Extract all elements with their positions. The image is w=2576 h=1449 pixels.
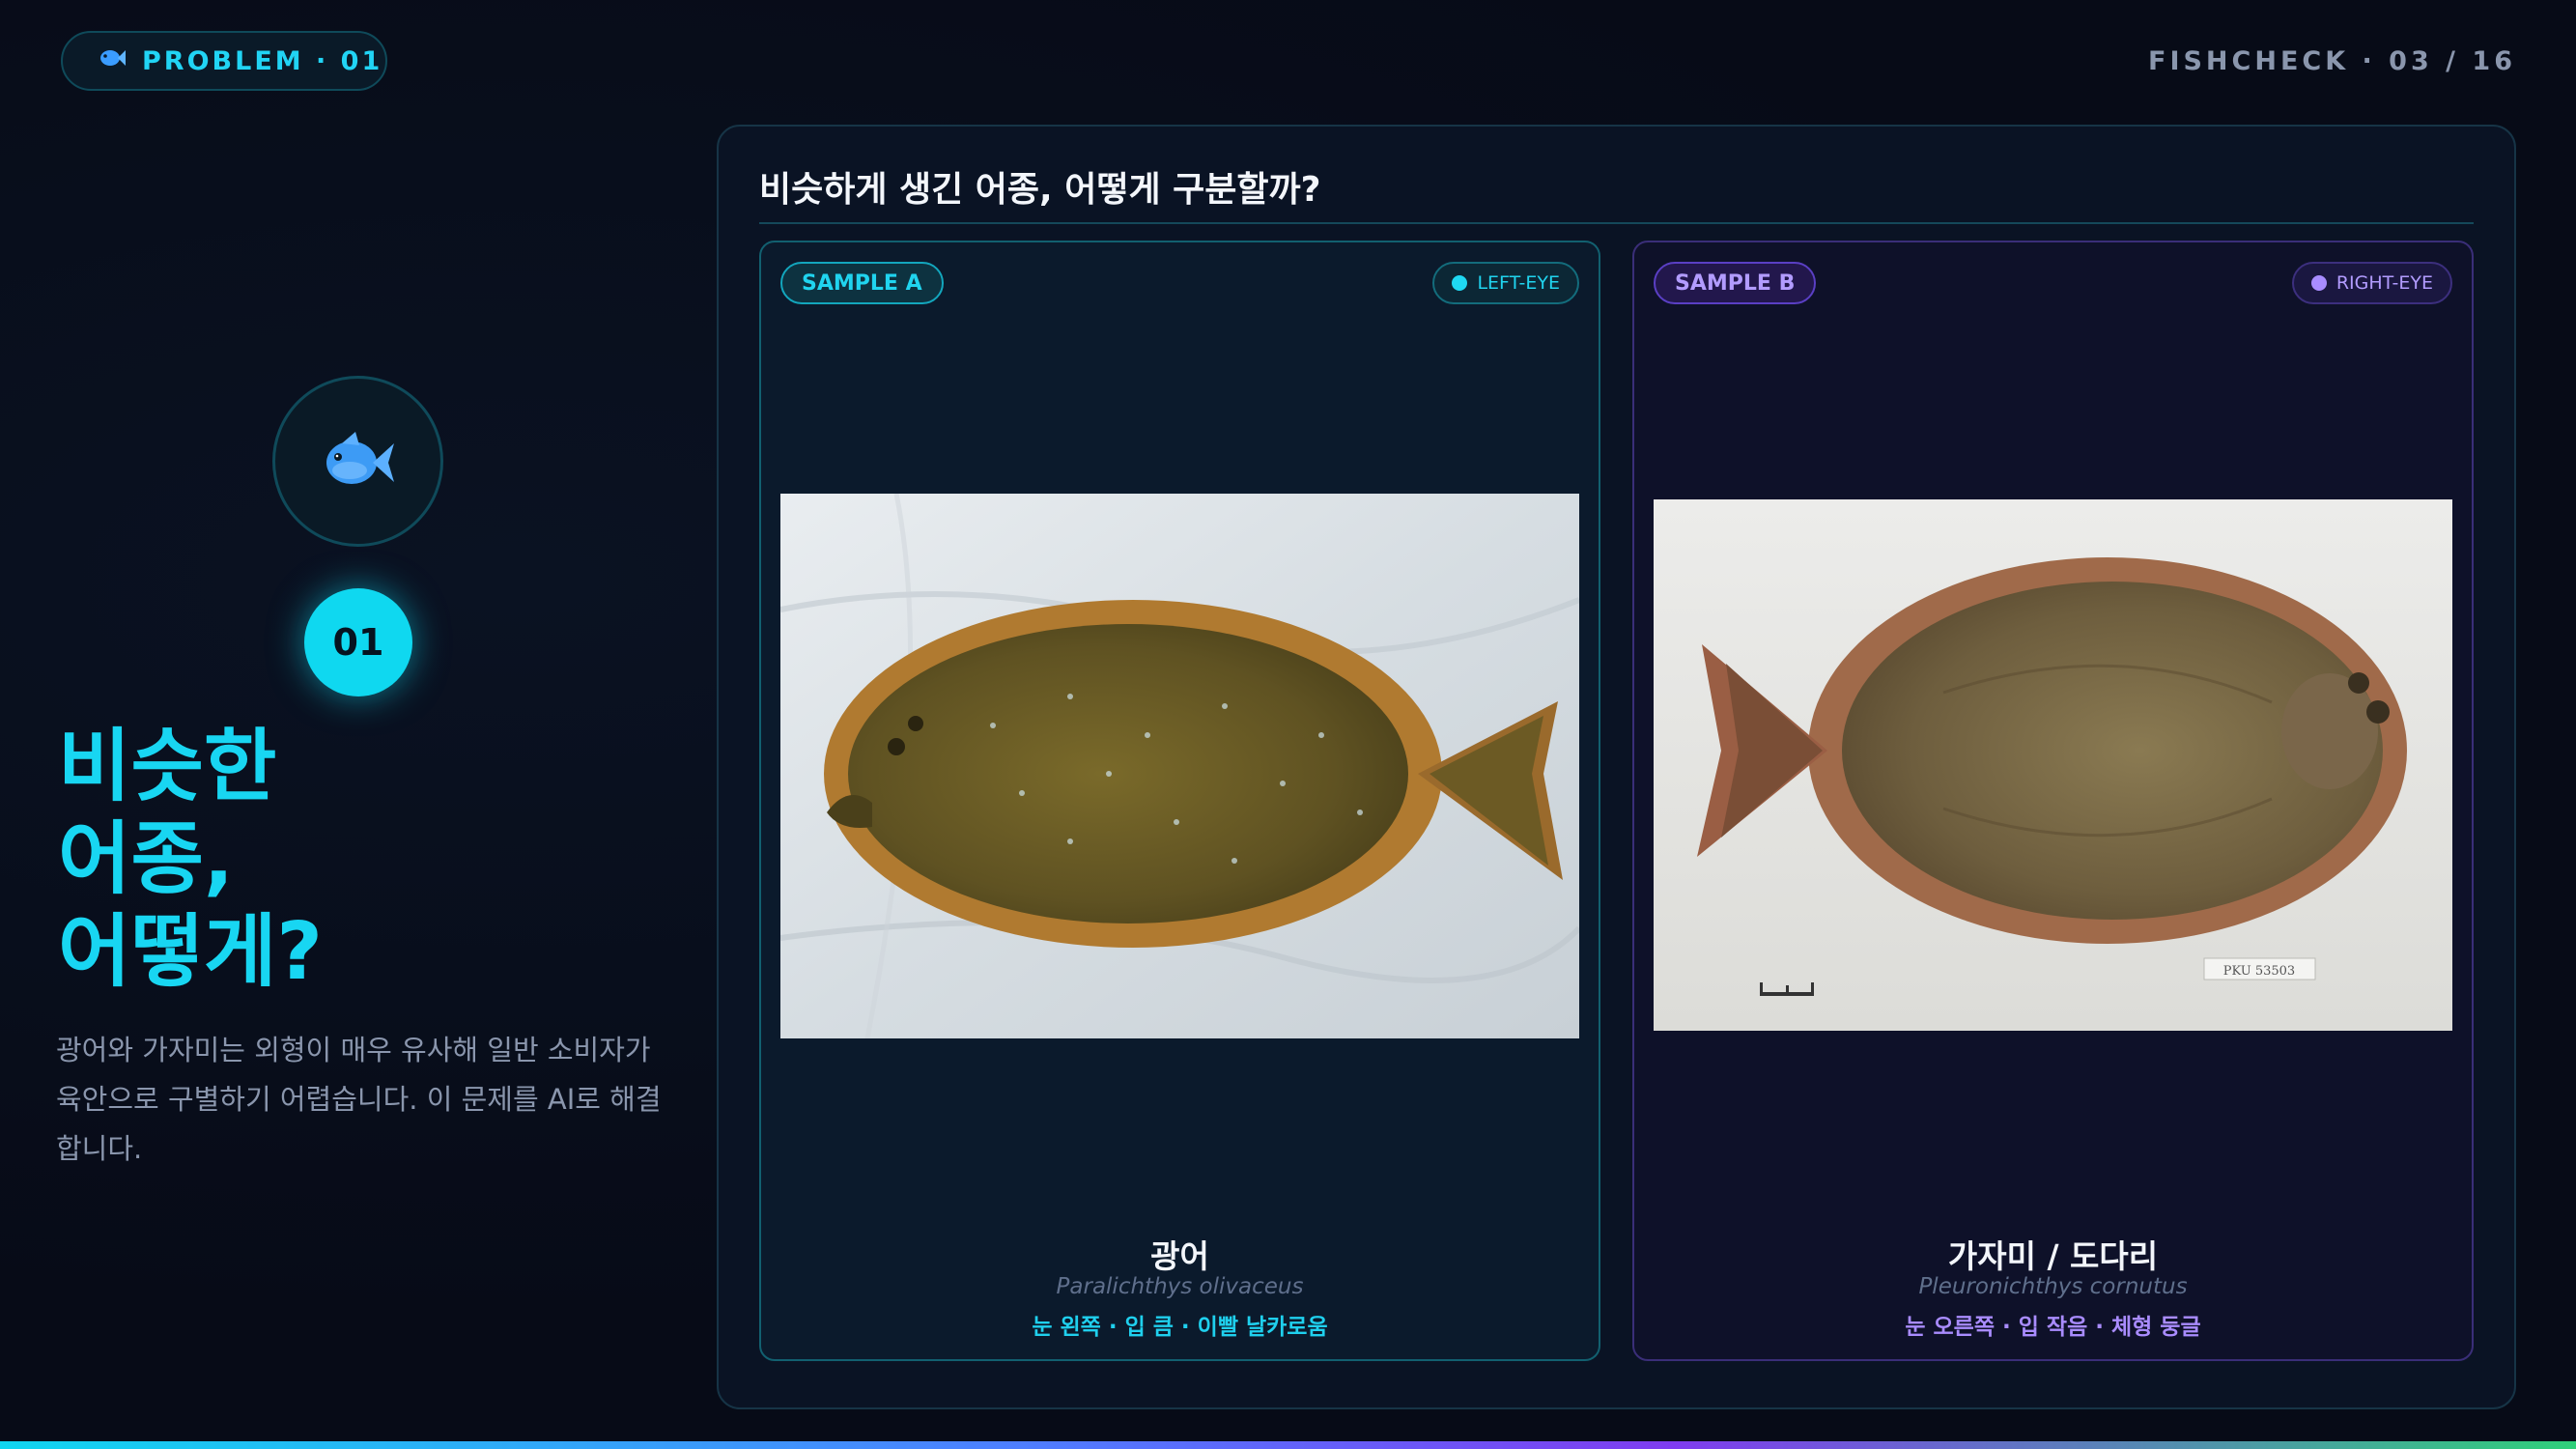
problem-number-badge: 01 [304, 588, 412, 696]
eye-badge: LEFT-EYE [1432, 262, 1579, 304]
sample-card-a: SAMPLE A LEFT-EYE 광어 Paralichthys olivac… [759, 241, 1600, 1361]
divider [759, 222, 2474, 224]
panel-title: 비슷하게 생긴 어종, 어떻게 구분할까? [759, 170, 1321, 210]
slide: PROBLEM · 01 FISHCHECK · 03 / 16 01 비슷한 … [0, 0, 2576, 1449]
sample-card-b: SAMPLE B RIGHT-EYE PKU 53503 가자미 / 도다리 P… [1632, 241, 2474, 1361]
headline-line: 어종, [58, 813, 235, 905]
progress-gradient-bar [0, 1441, 2576, 1449]
status-dot-icon [2310, 275, 2327, 291]
eye-label: RIGHT-EYE [2335, 272, 2433, 294]
fish-icon [326, 431, 394, 484]
slide-counter: FISHCHECK · 03 / 16 [2148, 46, 2516, 76]
headline: 비슷한 어종, 어떻게? [58, 721, 599, 999]
comparison-panel: 비슷하게 생긴 어종, 어떻게 구분할까? SAMPLE A LEFT-EYE [717, 125, 2516, 1409]
fish-traits: 눈 오른쪽 · 입 작음 · 체형 둥글 [1905, 1315, 2201, 1340]
fish-icon [98, 46, 127, 75]
fish-name: 광어 [1150, 1237, 1209, 1275]
flounder-photo [780, 494, 1579, 1038]
description: 광어와 가자미는 외형이 매우 유사해 일반 소비자가 육안으로 구별하기 어렵… [56, 1034, 662, 1165]
status-dot-icon [1452, 275, 1468, 291]
headline-line: 어떻게? [58, 906, 323, 998]
fish-avatar [272, 376, 443, 547]
problem-badge: PROBLEM · 01 [61, 31, 387, 91]
headline-line: 비슷한 [58, 721, 277, 812]
specimen-tag: PKU 53503 [2223, 964, 2295, 979]
sample-badge: SAMPLE A [780, 262, 944, 304]
scientific-name: Paralichthys olivaceus [1056, 1274, 1304, 1299]
fish-traits: 눈 왼쪽 · 입 큼 · 이빨 날카로움 [1032, 1315, 1328, 1340]
flatfish-photo: PKU 53503 [1654, 499, 2452, 1031]
sample-badge: SAMPLE B [1654, 262, 1817, 304]
problem-label: PROBLEM · 01 [142, 45, 383, 76]
fish-name: 가자미 / 도다리 [1947, 1237, 2159, 1275]
eye-badge: RIGHT-EYE [2291, 262, 2452, 304]
scientific-name: Pleuronichthys cornutus [1918, 1274, 2188, 1299]
eye-label: LEFT-EYE [1477, 272, 1560, 294]
